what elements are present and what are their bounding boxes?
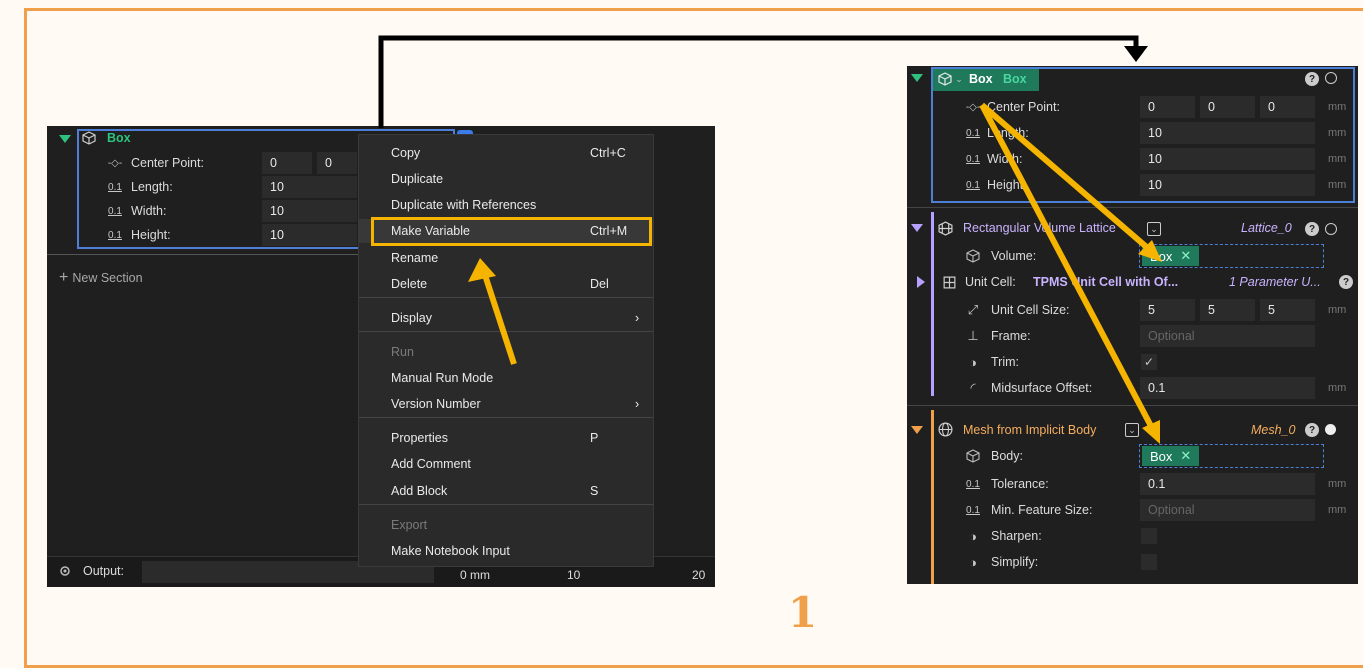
link-arrow-volume [980, 102, 1152, 253]
flow-connector-line [378, 35, 1139, 128]
flow-arrowhead [1124, 46, 1148, 62]
annotation-overlay [378, 35, 1162, 444]
link-arrow-body [979, 103, 1155, 430]
pointer-arrow-shaft [481, 271, 517, 365]
pointer-arrowhead [468, 258, 496, 282]
step-number: 1 [788, 588, 818, 637]
